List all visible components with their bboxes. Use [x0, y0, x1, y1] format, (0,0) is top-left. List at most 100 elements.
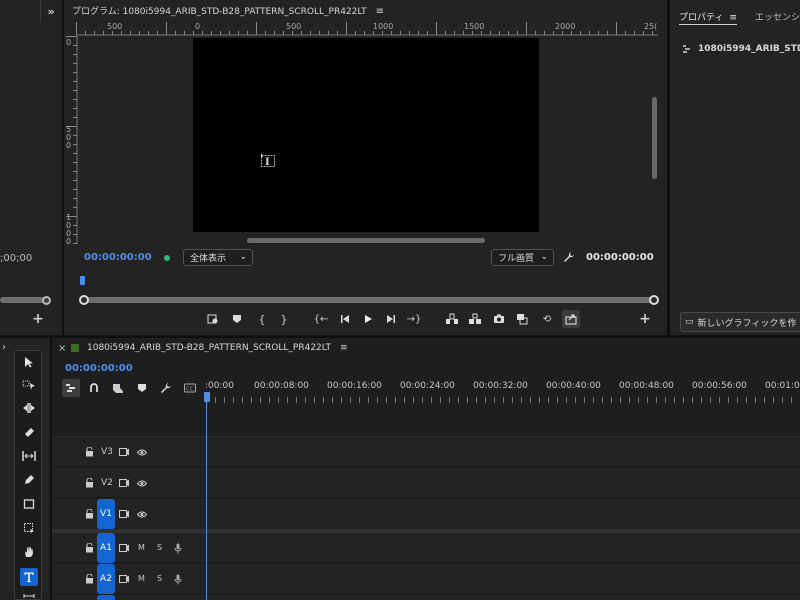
export-frame-icon[interactable]	[562, 310, 580, 328]
sync-lock-icon[interactable]	[118, 542, 130, 554]
sync-lock-icon[interactable]	[118, 446, 130, 458]
timeline-playhead-handle[interactable]	[204, 392, 210, 402]
vruler-label-500: 5 0 0	[66, 125, 72, 150]
lock-icon[interactable]	[83, 477, 95, 489]
hamburger-icon[interactable]: ≡	[729, 13, 737, 23]
playhead-marker[interactable]	[80, 276, 85, 285]
tools-panel: ›	[0, 338, 50, 600]
captions-icon[interactable]: CC	[182, 380, 198, 396]
track-target-v1[interactable]: V1	[97, 499, 115, 529]
type-tool-icon[interactable]	[20, 568, 38, 586]
program-scrub-bar[interactable]	[84, 297, 655, 303]
slip-tool-icon[interactable]	[21, 448, 37, 464]
pen-tool-icon[interactable]	[21, 472, 37, 488]
step-back-icon[interactable]	[338, 312, 352, 326]
left-scrub-handle[interactable]	[42, 296, 51, 305]
timeline-close-button[interactable]: ×	[58, 343, 66, 354]
go-to-in-icon[interactable]: {←	[314, 312, 329, 326]
comparison-view-icon[interactable]	[515, 312, 529, 326]
loop-icon[interactable]: ⟲	[540, 312, 554, 326]
wrench-icon[interactable]	[158, 380, 174, 396]
go-to-out-icon[interactable]: →}	[407, 312, 422, 326]
frame-tool-icon[interactable]	[21, 520, 37, 536]
mark-out-icon[interactable]: }	[278, 312, 290, 326]
hand-tool-icon[interactable]	[21, 544, 37, 560]
eye-icon[interactable]	[136, 477, 148, 489]
ruler-time-8: 00:00:08:00	[254, 381, 309, 391]
ruler-time-16: 00:00:16:00	[327, 381, 382, 391]
mute-toggle-a1[interactable]: M	[138, 543, 145, 552]
eye-icon[interactable]	[136, 446, 148, 458]
microphone-icon[interactable]	[172, 542, 184, 554]
new-graphic-label: 新しいグラフィックを作	[697, 318, 797, 329]
quality-select[interactable]: フル画質 ⌄	[491, 249, 554, 266]
ruler-time-56: 00:00:56:00	[692, 381, 747, 391]
lock-icon[interactable]	[83, 542, 95, 554]
tab-properties[interactable]: プロパティ ≡	[679, 10, 737, 23]
timeline-timecode[interactable]: 00:00:00:00	[65, 363, 133, 374]
solo-toggle-a2[interactable]: S	[157, 574, 162, 583]
zoom-select[interactable]: 全体表示 ⌄	[183, 249, 253, 266]
add-marker-icon[interactable]	[230, 312, 244, 326]
eye-icon[interactable]	[136, 508, 148, 520]
extract-icon[interactable]	[467, 312, 483, 326]
panel-expand-icon[interactable]: ›	[0, 340, 8, 354]
linked-selection-icon[interactable]	[110, 380, 126, 396]
monitor-v-scrollbar[interactable]	[652, 97, 657, 179]
sequence-name: 1080i5994_ARIB_STD	[698, 44, 800, 54]
duration-timecode: 00:00:00:00	[586, 252, 654, 263]
left-panel: » ;00;00 +	[0, 0, 62, 335]
tab-essential-graphics[interactable]: エッセンシ	[755, 10, 800, 23]
mark-in-icon[interactable]: {	[256, 312, 268, 326]
track-name-v2[interactable]: V2	[101, 478, 113, 488]
sequence-tab[interactable]: 1080i5994_ARIB_STD-B28_PATTERN_SCROLL_PR…	[87, 343, 347, 353]
hamburger-icon[interactable]: ≡	[376, 6, 384, 17]
track-row-v1	[52, 499, 800, 529]
track-row-a2	[52, 564, 800, 594]
play-icon[interactable]	[361, 312, 375, 326]
solo-toggle-a1[interactable]: S	[157, 543, 162, 552]
scrub-in-handle[interactable]	[79, 295, 89, 305]
hamburger-icon[interactable]: ≡	[340, 343, 348, 353]
track-row-a3	[52, 595, 800, 600]
selection-tool-icon[interactable]	[21, 354, 37, 370]
video-frame[interactable]	[193, 38, 539, 232]
add-marker-icon[interactable]	[134, 380, 150, 396]
lock-icon[interactable]	[83, 446, 95, 458]
mute-toggle-a2[interactable]: M	[138, 574, 145, 583]
nest-toggle-icon[interactable]	[62, 379, 80, 397]
monitor-add-button[interactable]: +	[638, 311, 652, 327]
chevron-down-icon: ⌄	[540, 252, 548, 262]
more-tools-icon[interactable]	[21, 592, 37, 600]
track-target-a3[interactable]	[97, 595, 115, 600]
monitor-h-scrollbar[interactable]	[247, 238, 485, 243]
track-name-v3[interactable]: V3	[101, 447, 113, 457]
track-target-a2[interactable]: A2	[97, 564, 115, 594]
lift-extract-icon[interactable]	[206, 312, 220, 326]
ruler-time-64: 00:01:04	[765, 381, 800, 391]
track-target-a1[interactable]: A1	[97, 533, 115, 563]
ripple-edit-tool-icon[interactable]	[21, 400, 37, 416]
sync-lock-icon[interactable]	[118, 508, 130, 520]
wrench-icon[interactable]	[562, 250, 576, 264]
camera-icon[interactable]	[492, 312, 506, 326]
lock-icon[interactable]	[83, 508, 95, 520]
snap-icon[interactable]	[86, 380, 102, 396]
rectangle-tool-icon[interactable]	[21, 496, 37, 512]
track-select-tool-icon[interactable]	[21, 377, 37, 393]
panel-overflow-icon[interactable]: »	[44, 4, 58, 18]
sequence-tab-label: 1080i5994_ARIB_STD-B28_PATTERN_SCROLL_PR…	[87, 343, 332, 353]
ruler-label-2500: 25(	[644, 22, 658, 31]
program-timecode[interactable]: 00:00:00:00	[84, 252, 152, 263]
sync-lock-icon[interactable]	[118, 573, 130, 585]
left-add-button[interactable]: +	[32, 311, 44, 327]
razor-tool-icon[interactable]	[21, 424, 37, 440]
lift-icon[interactable]	[444, 312, 460, 326]
sync-lock-icon[interactable]	[118, 477, 130, 489]
microphone-icon[interactable]	[172, 573, 184, 585]
step-forward-icon[interactable]	[384, 312, 398, 326]
quality-select-value: フル画質	[498, 254, 535, 264]
scrub-out-handle[interactable]	[649, 295, 659, 305]
lock-icon[interactable]	[83, 573, 95, 585]
new-graphic-button[interactable]: ▭ 新しいグラフィックを作	[680, 312, 800, 332]
